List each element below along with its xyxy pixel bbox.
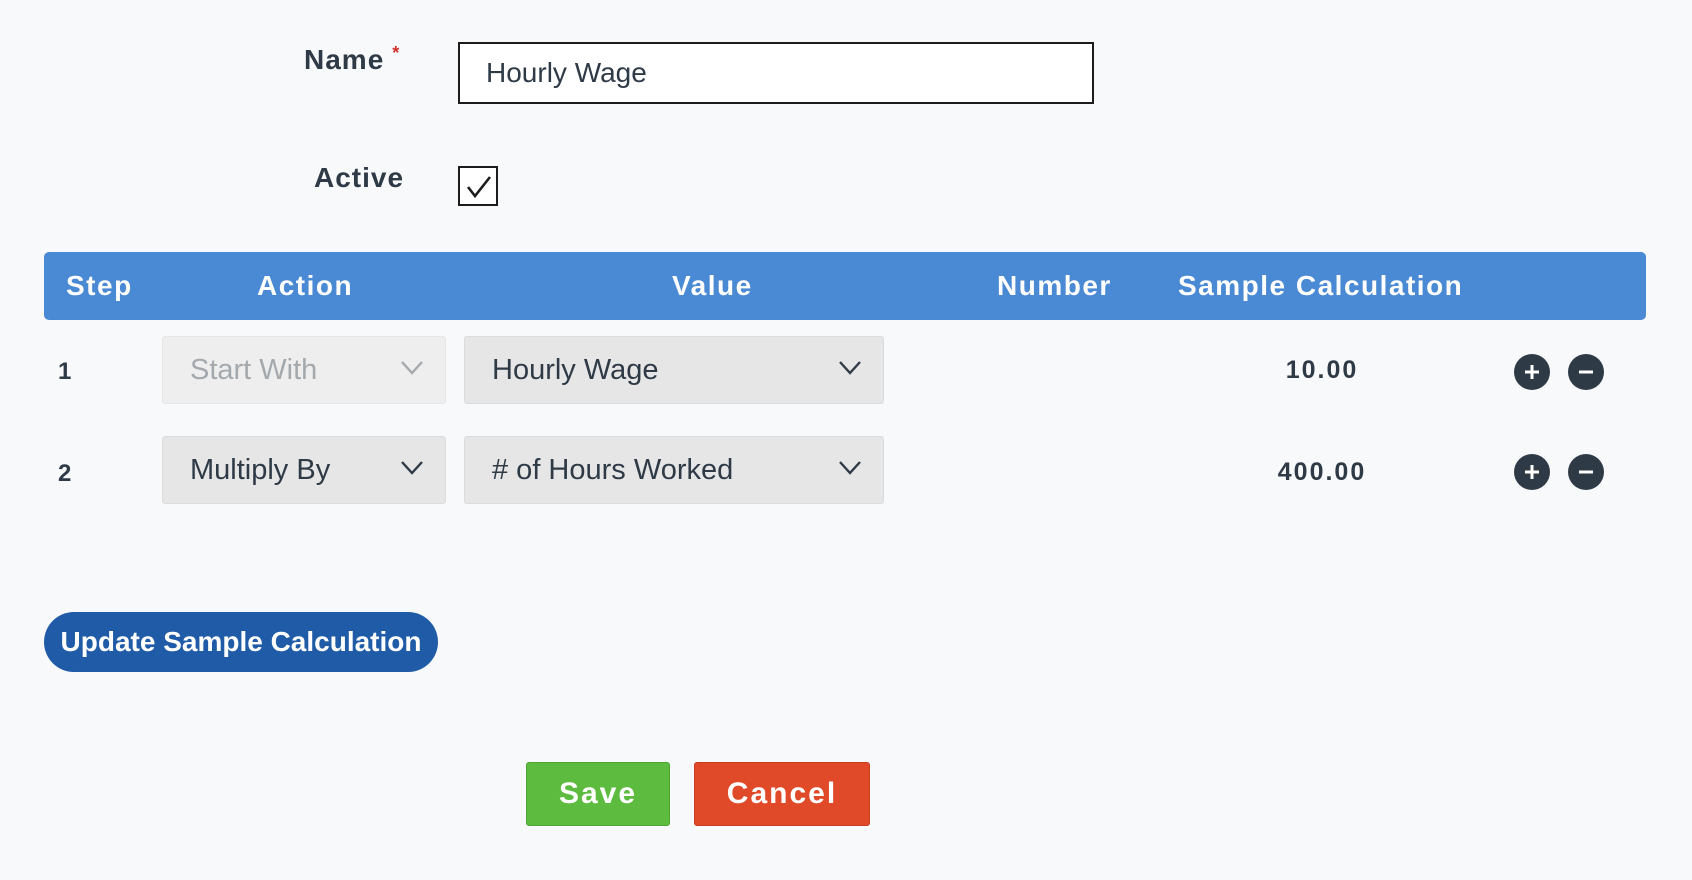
row-step-number: 1 [58,358,72,385]
header-sample-calculation: Sample Calculation [1178,270,1464,301]
steps-table-header: Step Action Value Number Sample Calculat… [44,252,1646,320]
chevron-down-icon [401,361,423,375]
update-sample-calculation-button[interactable]: Update Sample Calculation [44,612,438,672]
value-select[interactable]: Hourly Wage [464,336,884,404]
chevron-down-icon [839,461,861,475]
save-button[interactable]: Save [526,762,670,826]
header-number: Number [997,270,1112,301]
header-action: Action [257,270,354,301]
required-marker: * [392,43,401,63]
name-label-text: Name [304,44,385,75]
row-step-number: 2 [58,460,72,487]
sample-calculation-value: 10.00 [1285,356,1359,384]
chevron-down-icon [401,461,423,475]
checkmark-icon [466,176,492,199]
minus-circle-icon [1579,470,1593,474]
value-select-value: Hourly Wage [492,354,659,386]
plus-circle-icon [1525,465,1539,479]
value-select[interactable]: # of Hours Worked [464,436,884,504]
chevron-down-icon [839,361,861,375]
action-select: Start With [162,336,446,404]
action-select-value: Multiply By [190,454,331,486]
active-label: Active [314,162,405,193]
action-select-value: Start With [190,354,318,386]
plus-circle-icon [1525,365,1539,379]
header-step: Step [66,270,133,301]
remove-step-button[interactable] [1568,354,1604,390]
minus-circle-icon [1579,370,1593,374]
header-value: Value [672,270,753,301]
remove-step-button[interactable] [1568,454,1604,490]
action-select[interactable]: Multiply By [162,436,446,504]
name-label: Name * [304,43,401,76]
name-input[interactable] [458,42,1094,104]
add-step-button[interactable] [1514,354,1550,390]
sample-calculation-value: 400.00 [1277,458,1367,486]
value-select-value: # of Hours Worked [492,454,734,486]
add-step-button[interactable] [1514,454,1550,490]
cancel-button[interactable]: Cancel [694,762,870,826]
active-checkbox[interactable] [458,166,498,206]
